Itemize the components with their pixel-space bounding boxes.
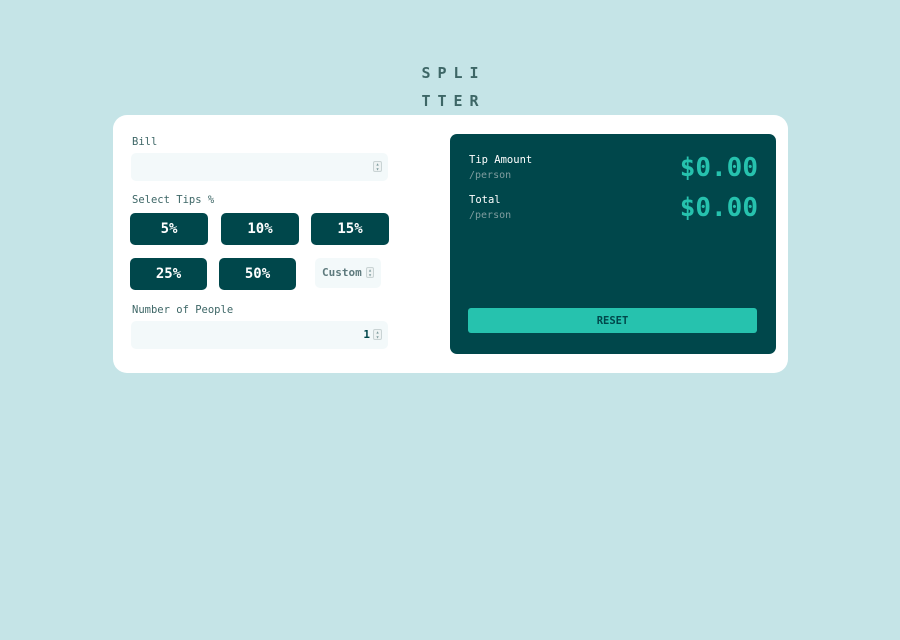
logo-line-1: SPLI xyxy=(421,64,486,82)
logo-line-2: TTER xyxy=(421,92,486,110)
bill-spinner-icon[interactable]: ▴ ▾ xyxy=(373,161,382,173)
result-panel: Tip Amount /person $0.00 Total /person $… xyxy=(450,134,776,354)
app-logo: SPLI TTER xyxy=(0,59,900,115)
tip-button-25[interactable]: 25% xyxy=(130,258,207,290)
people-spinner-icon[interactable]: ▴ ▾ xyxy=(373,329,382,341)
reset-button[interactable]: RESET xyxy=(468,308,757,333)
bill-input[interactable]: ▴ ▾ xyxy=(131,153,388,181)
bill-label: Bill xyxy=(132,136,158,148)
tip-amount-label: Tip Amount xyxy=(469,154,533,166)
people-value: 1 xyxy=(363,328,370,341)
tip-button-10[interactable]: 10% xyxy=(221,213,299,245)
people-input[interactable]: 1 ▴ ▾ xyxy=(131,321,388,349)
tip-amount-per-person: /person xyxy=(469,170,512,181)
tips-label: Select Tips % xyxy=(132,194,215,206)
tip-button-50[interactable]: 50% xyxy=(219,258,296,290)
tip-button-15[interactable]: 15% xyxy=(311,213,389,245)
total-label: Total xyxy=(469,194,501,206)
tip-amount-value: $0.00 xyxy=(679,153,758,183)
custom-tip-placeholder: Custom xyxy=(322,266,362,279)
total-value: $0.00 xyxy=(679,193,758,223)
people-label: Number of People xyxy=(132,304,234,316)
custom-tip-input[interactable]: Custom ▴ ▾ xyxy=(315,258,381,288)
total-per-person: /person xyxy=(469,210,512,221)
tip-button-5[interactable]: 5% xyxy=(130,213,208,245)
custom-spinner-icon[interactable]: ▴ ▾ xyxy=(366,267,374,279)
